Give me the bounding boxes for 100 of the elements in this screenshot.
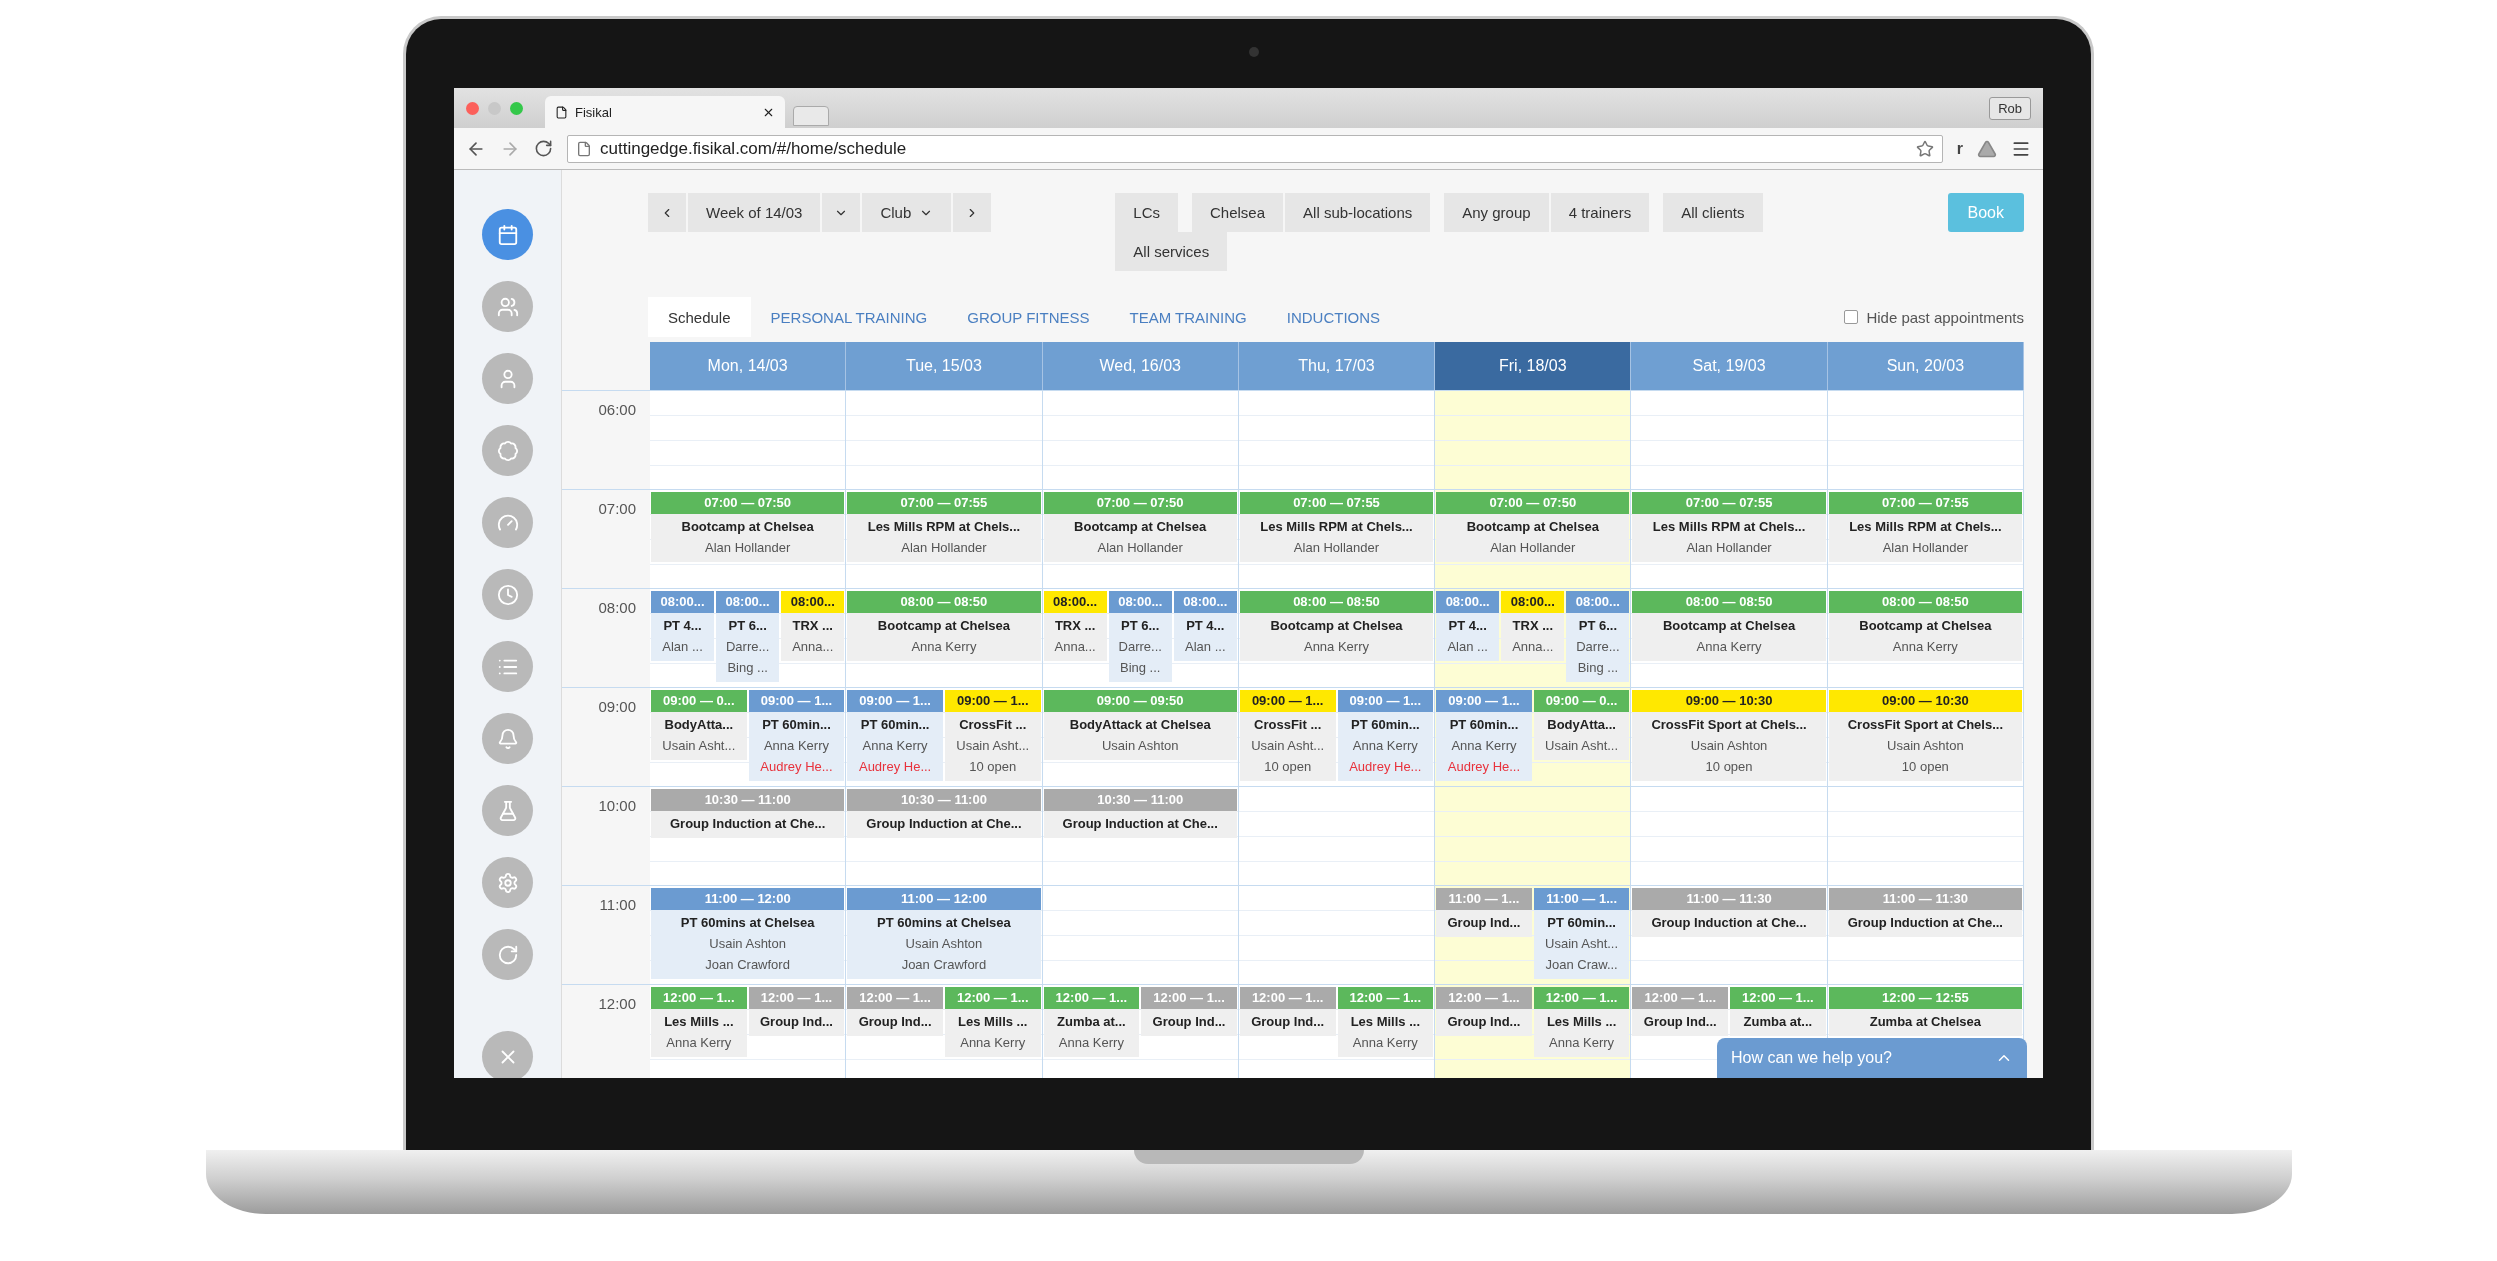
- filter-button[interactable]: Any group: [1444, 193, 1549, 232]
- reload-icon[interactable]: [534, 139, 553, 158]
- week-dropdown-button[interactable]: [822, 193, 861, 232]
- event-body[interactable]: Group Induction at Che...: [651, 811, 845, 838]
- event-body[interactable]: PT 60min... Anna Kerry Audrey He...: [1337, 712, 1434, 781]
- browser-tab[interactable]: Fisikal: [545, 96, 785, 128]
- sidebar-item[interactable]: [482, 785, 533, 836]
- filter-button[interactable]: All sub-locations: [1285, 193, 1431, 232]
- event-body[interactable]: PT 60min... Usain Asht... Joan Craw...: [1533, 910, 1630, 979]
- filter-button[interactable]: 4 trainers: [1550, 193, 1650, 232]
- event-body[interactable]: Les Mills ... Anna Kerry: [651, 1009, 747, 1057]
- event-body[interactable]: Les Mills ... Anna Kerry: [944, 1009, 1041, 1057]
- event-body[interactable]: Bootcamp at Chelsea Anna Kerry: [847, 613, 1041, 661]
- drive-icon[interactable]: [1977, 138, 1997, 159]
- event-body[interactable]: PT 6... Darre... Bing ...: [1566, 613, 1630, 682]
- event-body[interactable]: PT 4... Alan ...: [651, 613, 715, 661]
- event-body[interactable]: TRX ... Anna...: [1501, 613, 1565, 661]
- event-time[interactable]: 08:00...: [1043, 591, 1107, 613]
- event-time[interactable]: 09:00 — 10:30: [1632, 690, 1826, 712]
- event-body[interactable]: CrossFit Sport at Chels... Usain Ashton 10 open: [1632, 712, 1826, 781]
- close-button[interactable]: [482, 1031, 533, 1078]
- tab[interactable]: PERSONAL TRAINING: [750, 297, 948, 337]
- sidebar-item[interactable]: [482, 281, 533, 332]
- event-body[interactable]: CrossFit ... Usain Asht... 10 open: [944, 712, 1041, 781]
- event-body[interactable]: CrossFit Sport at Chels... Usain Ashton 10 open: [1828, 712, 2022, 781]
- event-body[interactable]: TRX ... Anna...: [1043, 613, 1107, 661]
- event-body[interactable]: BodyAtta... Usain Asht...: [651, 712, 747, 760]
- week-button[interactable]: Week of 14/03: [688, 193, 821, 232]
- event-body[interactable]: PT 60min... Anna Kerry Audrey He...: [1436, 712, 1532, 781]
- sidebar-item[interactable]: [482, 929, 533, 980]
- event-body[interactable]: Zumba at...: [1730, 1009, 1826, 1036]
- event-body[interactable]: Group Induction at Che...: [847, 811, 1041, 838]
- sidebar-item[interactable]: [482, 569, 533, 620]
- sidebar-item[interactable]: [482, 857, 533, 908]
- window-zoom-button[interactable]: [510, 101, 523, 115]
- event-body[interactable]: PT 4... Alan ...: [1436, 613, 1500, 661]
- filter-button[interactable]: Chelsea: [1192, 193, 1284, 232]
- event-body[interactable]: Group Ind...: [748, 1009, 845, 1036]
- new-tab-button[interactable]: [793, 106, 829, 126]
- sidebar-item[interactable]: [482, 497, 533, 548]
- bookmark-star-icon[interactable]: [1915, 139, 1934, 158]
- event-time[interactable]: 08:00...: [1501, 591, 1565, 613]
- tab[interactable]: TEAM TRAINING: [1109, 297, 1267, 337]
- sidebar-item[interactable]: [482, 209, 533, 260]
- sidebar-item[interactable]: [482, 641, 533, 692]
- checkbox[interactable]: [1844, 310, 1859, 324]
- event-body[interactable]: PT 6... Darre... Bing ...: [716, 613, 780, 682]
- event-body[interactable]: Les Mills RPM at Chels... Alan Hollander: [1632, 514, 1826, 562]
- event-body[interactable]: PT 60min... Anna Kerry Audrey He...: [748, 712, 845, 781]
- event-body[interactable]: Bootcamp at Chelsea Anna Kerry: [1828, 613, 2022, 661]
- sidebar-item[interactable]: [482, 425, 533, 476]
- event-body[interactable]: Zumba at... Anna Kerry: [1043, 1009, 1140, 1057]
- window-close-button[interactable]: [466, 101, 479, 115]
- event-body[interactable]: Group Induction at Che...: [1632, 910, 1826, 937]
- extension-label[interactable]: r: [1956, 139, 1963, 158]
- tab[interactable]: GROUP FITNESS: [947, 297, 1110, 337]
- tab[interactable]: Schedule: [648, 297, 751, 337]
- event-body[interactable]: Group Ind...: [1141, 1009, 1237, 1036]
- event-body[interactable]: Les Mills RPM at Chels... Alan Hollander: [847, 514, 1041, 562]
- event-body[interactable]: Group Induction at Che...: [1828, 910, 2022, 937]
- event-time[interactable]: 09:00 — 1...: [944, 690, 1041, 712]
- event-body[interactable]: Bootcamp at Chelsea Alan Hollander: [651, 514, 845, 562]
- event-body[interactable]: Group Ind...: [1632, 1009, 1729, 1036]
- event-body[interactable]: Bootcamp at Chelsea Alan Hollander: [1436, 514, 1630, 562]
- event-body[interactable]: PT 6... Darre... Bing ...: [1108, 613, 1172, 682]
- event-body[interactable]: Les Mills RPM at Chels... Alan Hollander: [1239, 514, 1434, 562]
- event-body[interactable]: PT 60min... Anna Kerry Audrey He...: [847, 712, 943, 781]
- event-body[interactable]: Group Ind...: [1436, 1009, 1532, 1036]
- event-time[interactable]: 09:00 — 1...: [1239, 690, 1336, 712]
- filter-button[interactable]: LCs: [1115, 193, 1178, 232]
- sidebar-item[interactable]: [482, 353, 533, 404]
- event-body[interactable]: Group Ind...: [1239, 1009, 1336, 1036]
- event-body[interactable]: Bootcamp at Chelsea Anna Kerry: [1239, 613, 1434, 661]
- filter-button[interactable]: All services: [1115, 232, 1228, 271]
- previous-button[interactable]: [648, 193, 686, 232]
- event-body[interactable]: Group Induction at Che...: [1043, 811, 1237, 838]
- event-body[interactable]: PT 4... Alan ...: [1173, 613, 1237, 661]
- sidebar-item[interactable]: [482, 713, 533, 764]
- event-body[interactable]: CrossFit ... Usain Asht... 10 open: [1239, 712, 1336, 781]
- tab[interactable]: INDUCTIONS: [1266, 297, 1401, 337]
- event-body[interactable]: Bootcamp at Chelsea Alan Hollander: [1043, 514, 1237, 562]
- next-button[interactable]: [953, 193, 992, 232]
- event-body[interactable]: Zumba at Chelsea: [1828, 1009, 2022, 1036]
- event-body[interactable]: TRX ... Anna...: [781, 613, 845, 661]
- filter-button[interactable]: All clients: [1663, 193, 1763, 232]
- club-dropdown[interactable]: Club: [862, 193, 952, 232]
- event-time[interactable]: 08:00...: [781, 591, 845, 613]
- event-body[interactable]: PT 60mins at Chelsea Usain Ashton Joan Crawford: [847, 910, 1041, 979]
- event-body[interactable]: BodyAttack at Chelsea Usain Ashton: [1043, 712, 1237, 760]
- event-body[interactable]: PT 60mins at Chelsea Usain Ashton Joan Crawford: [651, 910, 845, 979]
- event-body[interactable]: Les Mills RPM at Chels... Alan Hollander: [1828, 514, 2022, 562]
- event-body[interactable]: Les Mills ... Anna Kerry: [1337, 1009, 1434, 1057]
- event-body[interactable]: BodyAtta... Usain Asht...: [1533, 712, 1630, 760]
- event-body[interactable]: Group Ind...: [1436, 910, 1532, 937]
- event-body[interactable]: Group Ind...: [847, 1009, 943, 1036]
- event-time[interactable]: 09:00 — 10:30: [1828, 690, 2022, 712]
- profile-button[interactable]: Rob: [1989, 96, 2031, 120]
- event-body[interactable]: Bootcamp at Chelsea Anna Kerry: [1632, 613, 1826, 661]
- event-body[interactable]: Les Mills ... Anna Kerry: [1533, 1009, 1630, 1057]
- address-field[interactable]: cuttingedge.fisikal.com/#/home/schedule: [567, 134, 1943, 163]
